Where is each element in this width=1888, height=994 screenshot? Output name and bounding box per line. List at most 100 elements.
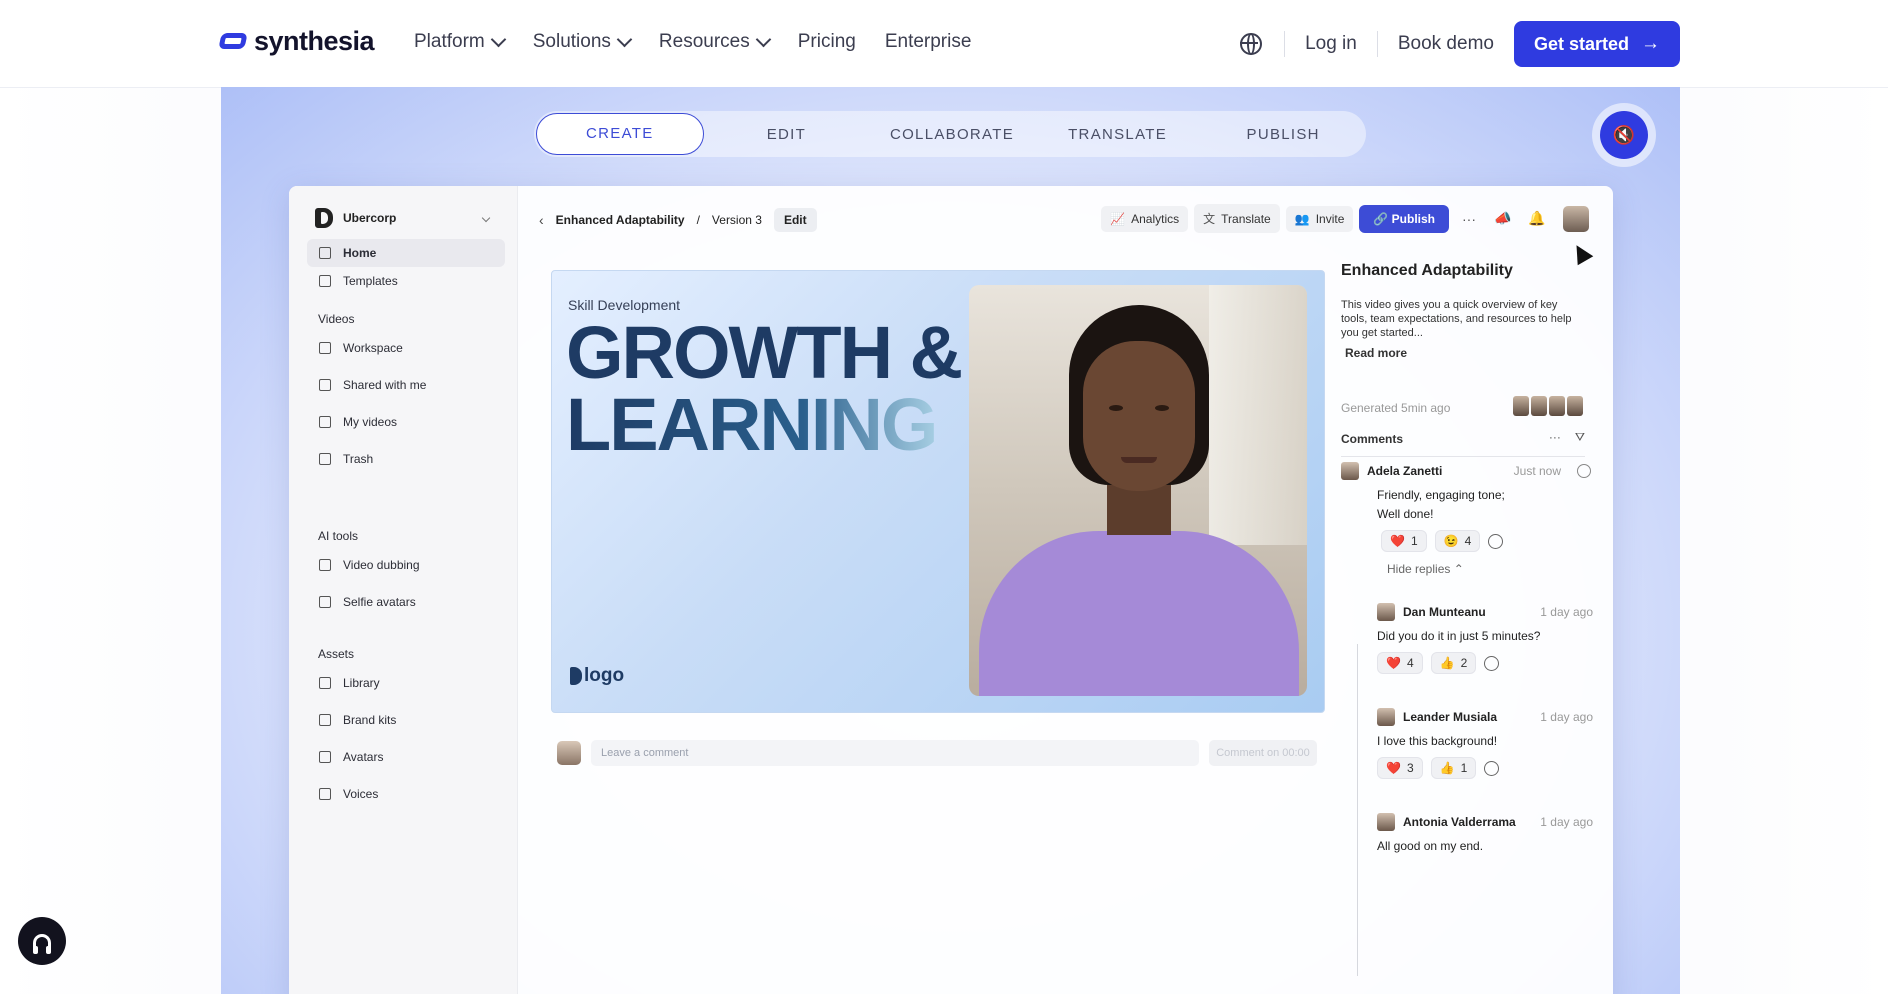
- add-reaction-icon[interactable]: [1484, 760, 1500, 776]
- read-more-link[interactable]: Read more: [1345, 346, 1595, 360]
- nav-enterprise[interactable]: Enterprise: [885, 31, 972, 53]
- templates-icon: [319, 275, 331, 287]
- nav-solutions[interactable]: Solutions: [533, 31, 633, 53]
- trash-icon: [319, 453, 331, 465]
- sidebar-item-selfie-avatars[interactable]: Selfie avatars: [307, 588, 505, 616]
- synthesia-logo[interactable]: synthesia: [220, 26, 375, 57]
- thread-line: [1357, 644, 1358, 976]
- resolve-check-icon[interactable]: [1577, 464, 1591, 478]
- arrow-right-icon: →: [1641, 33, 1660, 54]
- synthesia-logo-icon: [220, 31, 248, 53]
- globe-icon[interactable]: [1240, 33, 1263, 55]
- user-avatar[interactable]: [1563, 205, 1589, 232]
- speaker-muted-icon: 🔇: [1600, 111, 1648, 159]
- reaction-heart[interactable]: ❤️ 1: [1381, 530, 1427, 552]
- avatar: [1377, 603, 1395, 621]
- sidebar-item-home[interactable]: Home: [307, 239, 505, 267]
- breadcrumb-separator: /: [696, 213, 700, 227]
- tab-create[interactable]: CREATE: [536, 113, 704, 155]
- tab-collaborate[interactable]: COLLABORATE: [869, 126, 1035, 143]
- reaction-thumbs-up[interactable]: 👍 1: [1430, 757, 1477, 779]
- sidebar-item-my-videos[interactable]: My videos: [307, 408, 505, 436]
- invite-button[interactable]: 👥 Invite: [1285, 205, 1354, 232]
- version-selector[interactable]: Version 3: [712, 213, 762, 227]
- comment-item: Adela Zanetti Just now Friendly, engagin…: [1341, 462, 1591, 576]
- get-started-button[interactable]: Get started →: [1513, 21, 1680, 67]
- divider: [1284, 31, 1286, 57]
- link-icon: 🔗: [1373, 211, 1392, 226]
- add-reaction-icon[interactable]: [1484, 655, 1500, 671]
- sidebar-item-workspace[interactable]: Workspace: [307, 334, 505, 362]
- add-reaction-icon[interactable]: [1488, 533, 1504, 549]
- avatar: [557, 741, 581, 765]
- avatar-face: [1083, 341, 1195, 491]
- avatar: [1377, 813, 1395, 831]
- comment-input[interactable]: Leave a comment: [591, 740, 1199, 766]
- sidebar-item-video-dubbing[interactable]: Video dubbing: [307, 551, 505, 579]
- nav-pricing[interactable]: Pricing: [798, 31, 856, 53]
- nav-platform[interactable]: Platform: [414, 31, 507, 53]
- reaction-heart[interactable]: ❤️ 3: [1377, 757, 1423, 779]
- top-navigation: synthesia Platform Solutions Resources P…: [0, 0, 1888, 88]
- app-sidebar: Ubercorp Home Templates Videos Workspace…: [289, 186, 518, 994]
- editor-topbar: ‹ Enhanced Adaptability / Version 3 Edit…: [517, 186, 1613, 246]
- panel-title: Enhanced Adaptability: [1341, 262, 1513, 279]
- login-link[interactable]: Log in: [1305, 33, 1357, 55]
- canvas-logo: logo: [570, 665, 624, 687]
- video-title-crumb[interactable]: Enhanced Adaptability: [556, 213, 685, 227]
- tab-publish[interactable]: PUBLISH: [1200, 126, 1366, 143]
- tab-edit[interactable]: EDIT: [704, 126, 870, 143]
- avatar-icon: [319, 751, 331, 763]
- comment-submit-button[interactable]: Comment on 00:00: [1209, 740, 1317, 766]
- generated-status: Generated 5min ago: [1341, 401, 1451, 415]
- edit-button[interactable]: Edit: [773, 208, 817, 232]
- translate-icon: 文: [1203, 212, 1216, 226]
- chevron-down-icon: [616, 31, 633, 48]
- chevron-down-icon: [490, 31, 507, 48]
- workspace-switcher[interactable]: Ubercorp: [315, 208, 396, 228]
- publish-button[interactable]: 🔗 Publish: [1359, 204, 1449, 233]
- hide-replies-toggle[interactable]: Hide replies ⌃: [1387, 562, 1591, 576]
- filter-icon[interactable]: ⛛: [1575, 430, 1585, 445]
- ai-tools-heading: AI tools: [318, 529, 359, 543]
- sidebar-item-trash[interactable]: Trash: [307, 445, 505, 473]
- book-icon: [319, 677, 331, 689]
- logo-mark-icon: [570, 667, 582, 685]
- breadcrumb: ‹ Enhanced Adaptability / Version 3 Edit: [539, 208, 817, 232]
- tab-translate[interactable]: TRANSLATE: [1035, 126, 1201, 143]
- reaction-wink[interactable]: 😉 4: [1434, 530, 1481, 552]
- more-icon[interactable]: ···: [1549, 430, 1561, 445]
- video-canvas[interactable]: Skill Development GROWTH & LEARNING logo: [551, 270, 1325, 713]
- megaphone-icon[interactable]: 📣: [1489, 210, 1517, 227]
- translate-button[interactable]: 文 Translate: [1194, 204, 1280, 233]
- mute-button[interactable]: 🔇: [1592, 103, 1656, 167]
- support-chat-button[interactable]: [18, 917, 66, 965]
- dubbing-icon: [319, 559, 331, 571]
- chevron-down-icon: [481, 213, 491, 223]
- workspace-icon: [319, 342, 331, 354]
- sidebar-item-library[interactable]: Library: [307, 669, 505, 697]
- book-demo-link[interactable]: Book demo: [1398, 33, 1494, 55]
- nav-links: Platform Solutions Resources Pricing Ent…: [414, 31, 1000, 53]
- sidebar-item-voices[interactable]: Voices: [307, 780, 505, 808]
- bell-icon[interactable]: 🔔: [1523, 210, 1551, 227]
- chart-icon: 📈: [1110, 211, 1126, 226]
- more-icon[interactable]: ···: [1455, 211, 1483, 227]
- sidebar-item-shared[interactable]: Shared with me: [307, 371, 505, 399]
- reaction-thumbs-up[interactable]: 👍 2: [1430, 652, 1477, 674]
- avatar-sweater: [979, 531, 1299, 696]
- comment-reply: Dan Munteanu 1 day ago Did you do it in …: [1377, 603, 1593, 674]
- waveform-icon: [319, 788, 331, 800]
- sidebar-item-templates[interactable]: Templates: [307, 267, 505, 295]
- brand-name: synthesia: [254, 26, 375, 56]
- avatar: [1377, 708, 1395, 726]
- analytics-button[interactable]: 📈 Analytics: [1101, 205, 1189, 232]
- back-chevron-icon[interactable]: ‹: [539, 212, 544, 228]
- sidebar-item-avatars[interactable]: Avatars: [307, 743, 505, 771]
- nav-resources[interactable]: Resources: [659, 31, 772, 53]
- panel-description: This video gives you a quick overview of…: [1341, 299, 1572, 339]
- sidebar-item-brand-kits[interactable]: Brand kits: [307, 706, 505, 734]
- comments-header: Comments ··· ⛛: [1341, 430, 1585, 457]
- reaction-heart[interactable]: ❤️ 4: [1377, 652, 1423, 674]
- editor-actions: 📈 Analytics 文 Translate 👥 Invite 🔗 Publish …: [1101, 204, 1589, 233]
